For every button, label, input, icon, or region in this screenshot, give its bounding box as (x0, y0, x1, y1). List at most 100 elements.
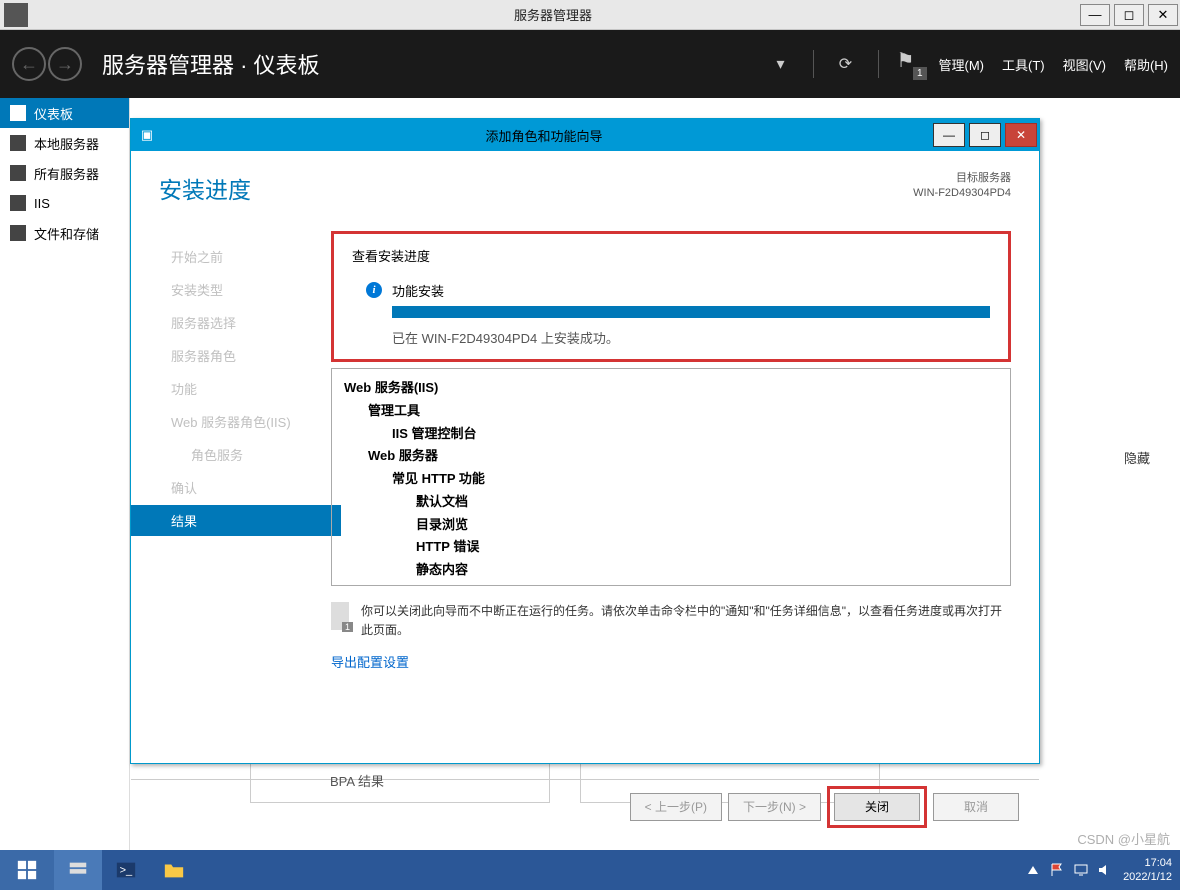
sidebar-nav: 仪表板本地服务器所有服务器 IIS 文件和存储 (0, 98, 130, 850)
tree-node-6: 目录浏览 (344, 514, 998, 537)
progress-bar (392, 306, 990, 318)
progress-section-title: 查看安装进度 (352, 246, 990, 265)
sidebar-label: 文件和存储 (34, 224, 99, 243)
target-label: 目标服务器 (913, 171, 1011, 186)
minimize-button[interactable]: — (1080, 4, 1110, 26)
wizard-minimize-button[interactable]: — (933, 123, 965, 147)
nav-forward-button[interactable]: → (48, 47, 82, 81)
tree-node-5: 默认文档 (344, 491, 998, 514)
sidebar-item-2[interactable]: 所有服务器 (0, 158, 129, 188)
taskbar-clock[interactable]: 17:04 2022/1/12 (1123, 856, 1172, 885)
svg-text:>_: >_ (120, 865, 133, 877)
ribbon-header: ← → 服务器管理器 · 仪表板 ▾ ⟳ 1 管理(M) 工具(T) 视图(V)… (0, 30, 1180, 98)
outer-titlebar: 服务器管理器 — ◻ ✕ (0, 0, 1180, 30)
tray-up-icon[interactable] (1025, 862, 1041, 878)
taskbar-powershell[interactable]: >_ (102, 850, 150, 890)
sidebar-item-4[interactable]: 文件和存储 (0, 218, 129, 248)
powershell-icon: >_ (113, 859, 139, 881)
wizard-step-0[interactable]: 开始之前 (161, 241, 331, 272)
results-tree-panel[interactable]: Web 服务器(IIS)管理工具IIS 管理控制台Web 服务器常见 HTTP … (331, 368, 1011, 586)
app-icon (4, 3, 28, 27)
dropdown-icon[interactable]: ▾ (767, 50, 795, 78)
wizard-maximize-button[interactable]: ◻ (969, 123, 1001, 147)
menu-help[interactable]: 帮助(H) (1124, 55, 1168, 74)
tree-node-2: IIS 管理控制台 (344, 423, 998, 446)
tray-flag-icon[interactable] (1049, 862, 1065, 878)
sidebar-icon (10, 105, 26, 121)
tree-node-8: 静态内容 (344, 559, 998, 582)
clock-time: 17:04 (1123, 856, 1172, 870)
breadcrumb: 服务器管理器 · 仪表板 (102, 48, 767, 80)
close-wizard-button[interactable]: 关闭 (834, 793, 920, 821)
close-button-highlight: 关闭 (827, 786, 927, 828)
menu-manage[interactable]: 管理(M) (939, 55, 985, 74)
nav-back-button[interactable]: ← (12, 47, 46, 81)
separator (813, 50, 814, 78)
wizard-step-7[interactable]: 确认 (161, 472, 331, 503)
sidebar-label: 本地服务器 (34, 134, 99, 153)
sidebar-item-3[interactable]: IIS (0, 188, 129, 218)
sidebar-label: IIS (34, 196, 50, 211)
progress-label: 功能安装 (392, 281, 990, 300)
wizard-title: 添加角色和功能向导 (157, 126, 931, 145)
wizard-step-5[interactable]: Web 服务器角色(IIS) (161, 406, 331, 437)
separator (878, 50, 879, 78)
notifications-flag-icon[interactable]: 1 (897, 50, 921, 78)
wizard-step-4[interactable]: 功能 (161, 373, 331, 404)
wizard-steps-nav: 开始之前安装类型服务器选择服务器角色功能Web 服务器角色(IIS)角色服务确认… (131, 221, 331, 779)
watermark: CSDN @小星航 (1077, 829, 1170, 848)
tray-network-icon[interactable] (1073, 862, 1089, 878)
menu-tools[interactable]: 工具(T) (1002, 55, 1045, 74)
taskbar: >_ 17:04 2022/1/12 (0, 850, 1180, 890)
tree-node-7: HTTP 错误 (344, 536, 998, 559)
close-button[interactable]: ✕ (1148, 4, 1178, 26)
task-flag-icon (331, 602, 349, 630)
wizard-step-1[interactable]: 安装类型 (161, 274, 331, 305)
wizard-step-8: 结果 (131, 505, 341, 536)
wizard-titlebar[interactable]: ▣ 添加角色和功能向导 — ◻ ✕ (131, 119, 1039, 151)
wizard-heading: 安装进度 (159, 171, 251, 205)
sidebar-icon (10, 195, 26, 211)
wizard-step-2[interactable]: 服务器选择 (161, 307, 331, 338)
sidebar-icon (10, 135, 26, 151)
tray-volume-icon[interactable] (1097, 862, 1113, 878)
taskbar-explorer[interactable] (150, 850, 198, 890)
server-manager-icon (65, 859, 91, 881)
tree-node-0: Web 服务器(IIS) (344, 377, 998, 400)
wizard-step-3[interactable]: 服务器角色 (161, 340, 331, 371)
tree-node-3: Web 服务器 (344, 445, 998, 468)
clock-date: 2022/1/12 (1123, 870, 1172, 884)
sidebar-label: 仪表板 (34, 104, 73, 123)
prev-button[interactable]: < 上一步(P) (630, 793, 722, 821)
taskbar-server-manager[interactable] (54, 850, 102, 890)
tree-node-9: 运行状况和诊断 (344, 582, 998, 586)
sidebar-item-1[interactable]: 本地服务器 (0, 128, 129, 158)
notification-count-badge: 1 (913, 67, 927, 80)
wizard-step-6[interactable]: 角色服务 (161, 439, 331, 470)
refresh-icon[interactable]: ⟳ (832, 50, 860, 78)
tree-node-4: 常见 HTTP 功能 (344, 468, 998, 491)
export-config-link[interactable]: 导出配置设置 (331, 652, 409, 671)
target-server: WIN-F2D49304PD4 (913, 186, 1011, 201)
wizard-icon: ▣ (137, 125, 157, 145)
wizard-dialog: ▣ 添加角色和功能向导 — ◻ ✕ 安装进度 目标服务器 WIN-F2D4930… (130, 118, 1040, 764)
cancel-button[interactable]: 取消 (933, 793, 1019, 821)
menu-view[interactable]: 视图(V) (1063, 55, 1106, 74)
next-button[interactable]: 下一步(N) > (728, 793, 821, 821)
sidebar-icon (10, 165, 26, 181)
start-button[interactable] (0, 850, 54, 890)
close-note-text: 你可以关闭此向导而不中断正在运行的任务。请依次单击命令栏中的"通知"和"任务详细… (361, 602, 1011, 640)
sidebar-label: 所有服务器 (34, 164, 99, 183)
folder-icon (161, 859, 187, 881)
info-icon: i (366, 282, 382, 298)
hide-button[interactable]: 隐藏 (1124, 448, 1150, 467)
progress-status: 已在 WIN-F2D49304PD4 上安装成功。 (392, 328, 990, 347)
windows-icon (14, 859, 40, 881)
maximize-button[interactable]: ◻ (1114, 4, 1144, 26)
bpa-results-label: BPA 结果 (330, 771, 384, 790)
sidebar-icon (10, 225, 26, 241)
wizard-close-button[interactable]: ✕ (1005, 123, 1037, 147)
sidebar-item-0[interactable]: 仪表板 (0, 98, 129, 128)
tree-node-1: 管理工具 (344, 400, 998, 423)
wizard-footer: < 上一步(P) 下一步(N) > 关闭 取消 (131, 779, 1039, 833)
